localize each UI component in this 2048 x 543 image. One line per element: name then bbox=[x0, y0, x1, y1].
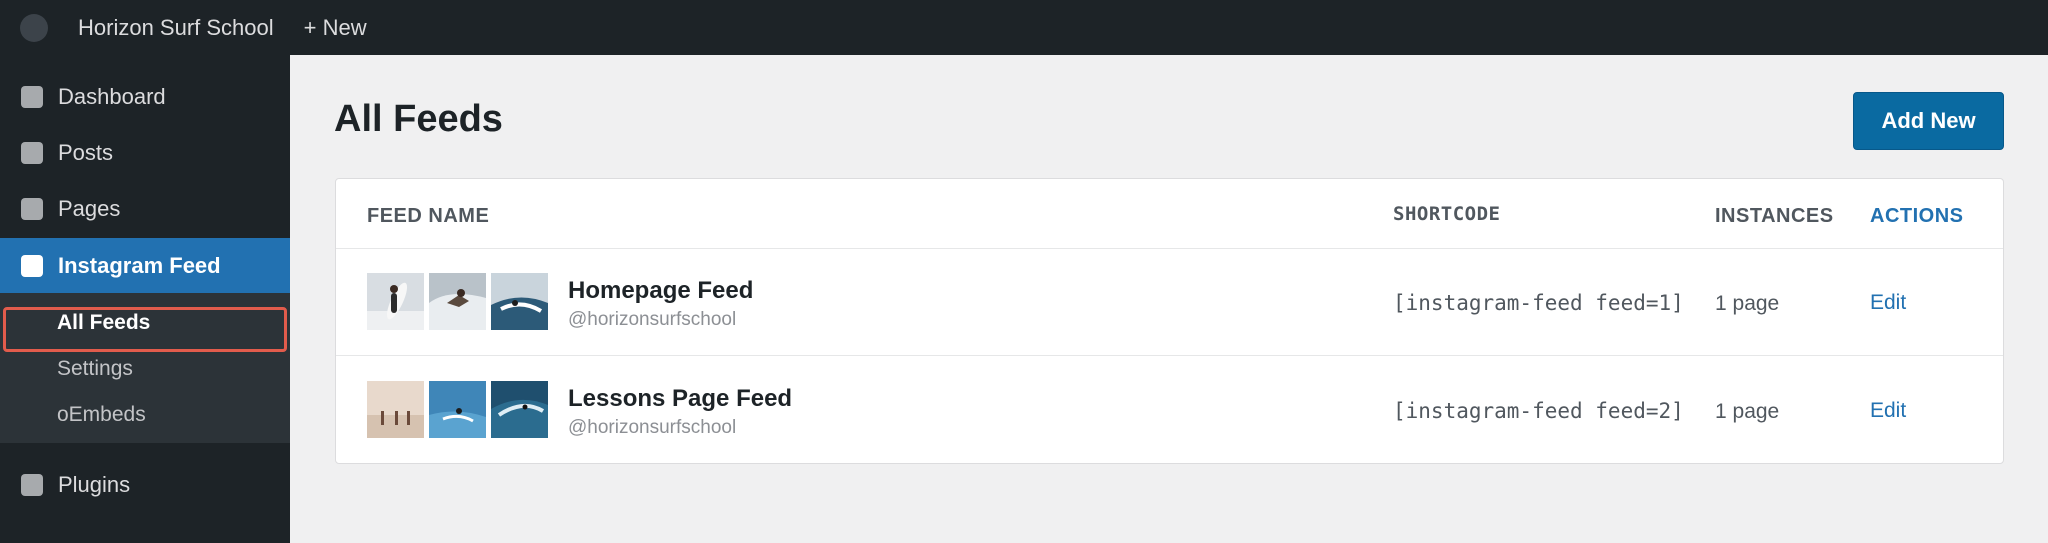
highlight-annotation bbox=[3, 307, 287, 352]
sidebar-item-label: Pages bbox=[58, 196, 121, 221]
sidebar-item-instagram-feed[interactable]: Instagram Feed bbox=[0, 238, 290, 294]
feed-thumbnail bbox=[491, 273, 548, 330]
feed-handle: @horizonsurfschool bbox=[568, 309, 737, 330]
pages-icon bbox=[21, 198, 43, 220]
add-new-button[interactable]: Add New bbox=[1853, 92, 2004, 150]
admin-sidebar: Dashboard Posts Pages Instagram Feed All… bbox=[0, 55, 290, 543]
feeds-table: FEED NAME SHORTCODE INSTANCES ACTIONS Ho… bbox=[335, 178, 2004, 464]
table-row: Homepage Feed @horizonsurfschool [instag… bbox=[336, 249, 2003, 356]
new-content-link[interactable]: + New bbox=[304, 15, 367, 41]
dashboard-icon bbox=[21, 86, 43, 108]
column-header-shortcode: SHORTCODE bbox=[1393, 203, 1501, 225]
column-header-instances: INSTANCES bbox=[1715, 205, 1834, 227]
sidebar-item-posts[interactable]: Posts bbox=[0, 125, 290, 181]
wordpress-logo-icon[interactable] bbox=[20, 13, 48, 42]
feed-handle: @horizonsurfschool bbox=[568, 417, 737, 438]
sidebar-item-dashboard[interactable]: Dashboard bbox=[0, 69, 290, 125]
feed-name-link[interactable]: Homepage Feed bbox=[568, 277, 753, 305]
edit-feed-link[interactable]: Edit bbox=[1870, 291, 1906, 315]
submenu-item-oembeds[interactable]: oEmbeds bbox=[0, 393, 290, 437]
posts-icon bbox=[21, 142, 43, 164]
plugins-icon bbox=[21, 474, 43, 496]
site-name-link[interactable]: Horizon Surf School bbox=[78, 15, 274, 41]
table-header: FEED NAME SHORTCODE INSTANCES ACTIONS bbox=[336, 179, 2003, 249]
instagram-icon bbox=[21, 255, 43, 277]
page-title: All Feeds bbox=[334, 98, 503, 140]
feed-thumbnail bbox=[367, 273, 424, 330]
feed-shortcode[interactable]: [instagram-feed feed=2] bbox=[1393, 399, 1684, 423]
feed-name-link[interactable]: Lessons Page Feed bbox=[568, 385, 792, 413]
feed-shortcode[interactable]: [instagram-feed feed=1] bbox=[1393, 291, 1684, 315]
feed-thumbnail bbox=[491, 381, 548, 438]
sidebar-item-label: Posts bbox=[58, 140, 114, 165]
table-row: Lessons Page Feed @horizonsurfschool [in… bbox=[336, 357, 2003, 464]
submenu-item-settings[interactable]: Settings bbox=[0, 347, 290, 391]
column-header-actions: ACTIONS bbox=[1870, 205, 1964, 227]
edit-feed-link[interactable]: Edit bbox=[1870, 399, 1906, 423]
sidebar-item-plugins[interactable]: Plugins bbox=[0, 457, 290, 513]
sidebar-item-pages[interactable]: Pages bbox=[0, 181, 290, 237]
feed-instances: 1 page bbox=[1715, 400, 1780, 423]
column-header-feed-name: FEED NAME bbox=[367, 205, 490, 227]
feed-instances: 1 page bbox=[1715, 292, 1780, 315]
sidebar-item-label: Plugins bbox=[58, 472, 131, 497]
sidebar-item-label: Instagram Feed bbox=[58, 253, 221, 278]
feed-thumbnail bbox=[429, 273, 486, 330]
sidebar-item-label: Dashboard bbox=[58, 84, 166, 109]
admin-bar: Horizon Surf School + New bbox=[0, 0, 2048, 55]
feed-thumbnail bbox=[429, 381, 486, 438]
feed-thumbnail bbox=[367, 381, 424, 438]
